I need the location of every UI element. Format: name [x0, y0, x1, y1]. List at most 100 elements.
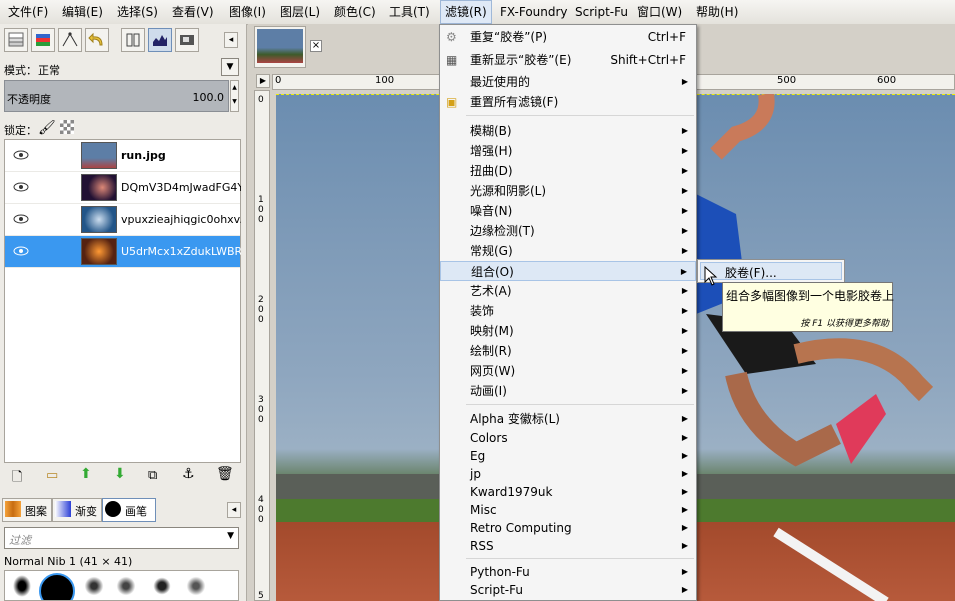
- menu-tools[interactable]: 工具(T): [385, 0, 434, 24]
- menu-item-python-fu[interactable]: Python-Fu ▶: [440, 562, 696, 582]
- new-group-icon[interactable]: ▭: [46, 468, 58, 483]
- ruler-tick-label: 4 0 0: [258, 495, 264, 525]
- menu-item-label: 噪音(N): [470, 204, 513, 218]
- menu-item-jp[interactable]: jp ▶: [440, 464, 696, 484]
- menu-image[interactable]: 图像(I): [225, 0, 270, 24]
- tab-brushes[interactable]: 画笔: [102, 498, 156, 522]
- menu-item-render[interactable]: 绘制(R) ▶: [440, 341, 696, 361]
- ruler-tick-label: 0: [258, 95, 264, 105]
- anchor-layer-icon[interactable]: ⚓: [182, 466, 195, 482]
- menu-item-light-shadow[interactable]: 光源和阴影(L) ▶: [440, 181, 696, 201]
- menu-file[interactable]: 文件(F): [4, 0, 52, 24]
- menu-item-label: 最近使用的: [470, 75, 531, 89]
- menu-item-accel: Ctrl+F: [647, 30, 686, 44]
- layer-name[interactable]: U5drMcx1xZdukLWBRZU: [121, 245, 241, 258]
- menu-item-eg[interactable]: Eg ▶: [440, 446, 696, 466]
- duplicate-layer-icon[interactable]: ⧉: [148, 468, 157, 483]
- mode-dropdown-icon[interactable]: ▼: [221, 58, 239, 76]
- menu-item-repeat-last[interactable]: ⚙ 重复“胶卷”(P) Ctrl+F: [440, 27, 696, 47]
- brush-preview[interactable]: [13, 575, 31, 597]
- layer-name[interactable]: vpuxzieajhiqgic0ohxv.png: [121, 213, 241, 226]
- menu-item-web[interactable]: 网页(W) ▶: [440, 361, 696, 381]
- menu-item-reset-all[interactable]: ▣ 重置所有滤镜(F): [440, 92, 696, 112]
- new-layer-icon[interactable]: 🗋: [12, 468, 22, 490]
- menu-item-noise[interactable]: 噪音(N) ▶: [440, 201, 696, 221]
- menu-filters[interactable]: 滤镜(R): [440, 0, 492, 24]
- eye-icon[interactable]: [13, 150, 29, 160]
- paintbrush-lock-icon[interactable]: 🖌: [38, 120, 56, 136]
- menu-edit[interactable]: 编辑(E): [58, 0, 107, 24]
- opacity-slider[interactable]: 不透明度 100.0: [4, 80, 229, 112]
- mode-value[interactable]: 正常: [38, 62, 60, 78]
- layer-row[interactable]: DQmV3D4mJwadFG4Y5y: [5, 172, 241, 204]
- menu-item-combine[interactable]: 组合(O) ▶: [440, 261, 696, 281]
- menu-item-rss[interactable]: RSS ▶: [440, 536, 696, 556]
- lower-layer-icon[interactable]: ⬇: [114, 466, 126, 482]
- delete-layer-icon[interactable]: 🗑: [216, 466, 234, 482]
- brush-preview[interactable]: [115, 575, 137, 597]
- layer-name[interactable]: run.jpg: [121, 149, 241, 162]
- opacity-spin-buttons[interactable]: ▲ ▼: [230, 80, 239, 112]
- menu-window[interactable]: 窗口(W): [633, 0, 686, 24]
- filter-dropdown-icon[interactable]: ▼: [227, 531, 234, 541]
- menu-item-retro-computing[interactable]: Retro Computing ▶: [440, 518, 696, 538]
- brush-preview[interactable]: [83, 575, 105, 597]
- menu-colors[interactable]: 颜色(C): [330, 0, 380, 24]
- menu-item-colors[interactable]: Colors ▶: [440, 428, 696, 448]
- menu-item-edge-detect[interactable]: 边缘检测(T) ▶: [440, 221, 696, 241]
- menu-item-map[interactable]: 映射(M) ▶: [440, 321, 696, 341]
- menu-item-kward1979uk[interactable]: Kward1979uk ▶: [440, 482, 696, 502]
- brush-preview[interactable]: [151, 575, 173, 597]
- histogram-icon[interactable]: [148, 28, 172, 52]
- image-tab[interactable]: [254, 26, 306, 68]
- brush-filter-input[interactable]: 过滤 ▼: [4, 527, 239, 549]
- ruler-tick-label: 500: [777, 75, 797, 86]
- dock-menu-arrow-icon[interactable]: ◂: [227, 502, 241, 518]
- menu-item-reshow-last[interactable]: ▦ 重新显示“胶卷”(E) Shift+Ctrl+F: [440, 50, 696, 70]
- menu-fx-foundry[interactable]: FX-Foundry: [496, 0, 572, 24]
- pointer-info-icon[interactable]: [121, 28, 145, 52]
- layers-stack-icon[interactable]: [4, 28, 28, 52]
- close-tab-icon[interactable]: ×: [310, 40, 322, 52]
- menu-help[interactable]: 帮助(H): [692, 0, 742, 24]
- layer-row[interactable]: vpuxzieajhiqgic0ohxv.png: [5, 204, 241, 236]
- brush-preview-selected[interactable]: [39, 573, 75, 600]
- layer-name[interactable]: DQmV3D4mJwadFG4Y5y: [121, 181, 241, 194]
- menu-item-misc[interactable]: Misc ▶: [440, 500, 696, 520]
- ruler-corner-icon[interactable]: ▶: [256, 74, 270, 88]
- raise-layer-icon[interactable]: ⬆: [80, 466, 92, 482]
- menu-layer[interactable]: 图层(L): [276, 0, 324, 24]
- menu-item-blur[interactable]: 模糊(B) ▶: [440, 121, 696, 141]
- eye-icon[interactable]: [13, 246, 29, 256]
- menu-item-generic[interactable]: 常规(G) ▶: [440, 241, 696, 261]
- menu-item-label: 增强(H): [470, 144, 513, 158]
- menu-item-distorts[interactable]: 扭曲(D) ▶: [440, 161, 696, 181]
- dock-menu-arrow-icon[interactable]: ◂: [224, 32, 238, 48]
- submenu-arrow-icon: ▶: [681, 286, 688, 295]
- eye-icon[interactable]: [13, 214, 29, 224]
- menu-item-filmstrip[interactable]: 胶卷(F)...: [700, 262, 842, 280]
- alpha-lock-icon[interactable]: [60, 120, 74, 134]
- brush-grid[interactable]: [4, 570, 239, 601]
- menu-item-recently-used[interactable]: 最近使用的 ▶: [440, 72, 696, 92]
- eye-icon[interactable]: [13, 182, 29, 192]
- tab-gradients[interactable]: 渐变: [52, 498, 102, 522]
- menu-item-decor[interactable]: 装饰 ▶: [440, 301, 696, 321]
- tab-patterns[interactable]: 图案: [2, 498, 52, 522]
- paths-icon[interactable]: [58, 28, 82, 52]
- menu-item-artistic[interactable]: 艺术(A) ▶: [440, 281, 696, 301]
- brush-preview[interactable]: [185, 575, 207, 597]
- layer-row[interactable]: run.jpg: [5, 140, 240, 172]
- menu-item-enhance[interactable]: 增强(H) ▶: [440, 141, 696, 161]
- menu-script-fu[interactable]: Script-Fu: [571, 0, 632, 24]
- channels-icon[interactable]: [31, 28, 55, 52]
- menu-view[interactable]: 查看(V): [168, 0, 218, 24]
- menu-item-animation[interactable]: 动画(I) ▶: [440, 381, 696, 401]
- layer-row-selected[interactable]: U5drMcx1xZdukLWBRZU: [5, 236, 241, 268]
- menu-item-script-fu[interactable]: Script-Fu ▶: [440, 580, 696, 600]
- undo-history-icon[interactable]: [85, 28, 109, 52]
- menu-item-alpha-to-logo[interactable]: Alpha 变徽标(L) ▶: [440, 409, 696, 429]
- navigation-icon[interactable]: [175, 28, 199, 52]
- submenu-arrow-icon: ▶: [681, 166, 688, 175]
- menu-select[interactable]: 选择(S): [113, 0, 162, 24]
